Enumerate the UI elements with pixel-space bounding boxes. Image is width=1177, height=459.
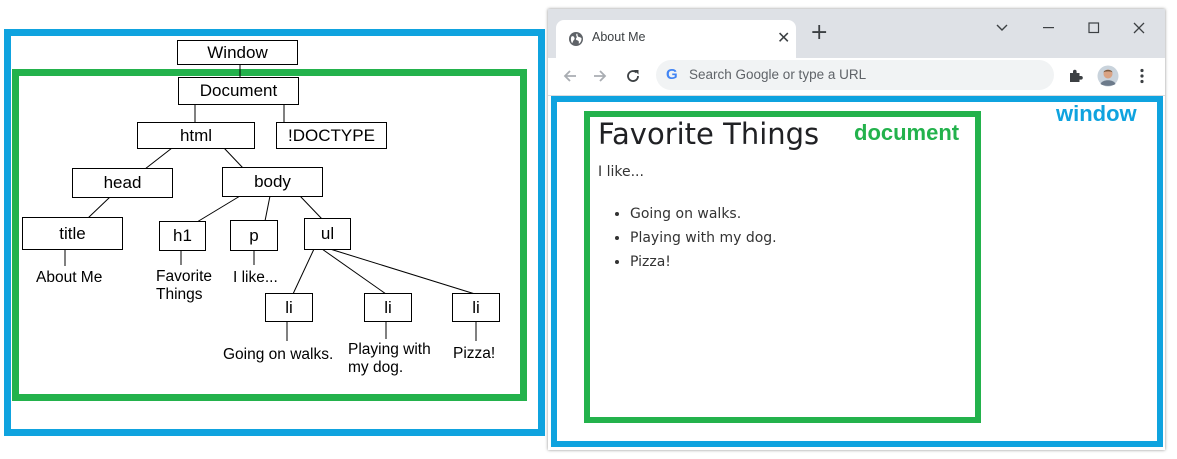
list-item: Playing with my dog.: [630, 226, 777, 250]
close-window-icon: [1133, 22, 1145, 34]
node-html: html: [137, 122, 255, 149]
window-label: window: [1056, 101, 1137, 126]
edge-body-ul: [299, 195, 323, 220]
node-li-2: li: [364, 293, 412, 322]
edge-html-body: [223, 147, 244, 169]
node-li-3: li: [452, 293, 500, 322]
leaf-title-text: About Me: [36, 269, 103, 286]
edge-body-p: [264, 195, 271, 222]
node-title: title: [22, 217, 123, 250]
maximize-icon: [1088, 22, 1100, 34]
node-h1: h1: [159, 221, 206, 251]
edge-head-title: [87, 196, 111, 219]
new-tab-button[interactable]: +: [810, 22, 828, 44]
tab-title: About Me: [592, 30, 646, 44]
address-bar[interactable]: G Search Google or type a URL: [656, 60, 1054, 90]
page-title: Favorite Things: [598, 117, 820, 151]
reload-icon[interactable]: [623, 66, 643, 86]
node-ul: ul: [304, 218, 351, 250]
edge-ul-li3: [329, 248, 476, 295]
leaf-h1-text-line1: Favorite: [156, 268, 212, 285]
list-item: Going on walks.: [630, 202, 777, 226]
leaf-h1-text-line2: Things: [156, 286, 203, 303]
close-icon[interactable]: ✕: [777, 28, 790, 47]
google-logo-icon: G: [666, 66, 678, 83]
menu-kebab-icon[interactable]: [1132, 66, 1152, 86]
minimize-button[interactable]: [1029, 14, 1069, 42]
tab-about-me[interactable]: About Me ✕: [556, 20, 796, 58]
edge-ul-li1: [292, 248, 315, 295]
document-label: document: [854, 120, 960, 145]
edge-ul-li2: [321, 248, 387, 295]
leaf-li1-text: Going on walks.: [223, 346, 334, 363]
extensions-puzzle-icon[interactable]: [1066, 66, 1086, 86]
toolbar: G Search Google or type a URL: [548, 58, 1165, 96]
page-intro: I like...: [598, 164, 644, 180]
chevron-down-icon: [996, 24, 1008, 31]
forward-arrow-icon[interactable]: [590, 66, 610, 86]
address-placeholder: Search Google or type a URL: [689, 67, 867, 82]
leaf-li2-text-line2: my dog.: [348, 359, 404, 376]
browser-window: About Me ✕ + G Search Google or type a U…: [548, 9, 1165, 450]
page-viewport: window document Favorite Things I like..…: [548, 96, 1165, 450]
edge-html-head: [144, 147, 173, 170]
node-p: p: [230, 220, 278, 251]
edge-body-h1: [196, 195, 241, 223]
leaf-li3-text: Pizza!: [453, 345, 496, 362]
back-arrow-icon[interactable]: [560, 66, 580, 86]
tab-search-button[interactable]: [982, 14, 1022, 42]
leaf-p-text: I like...: [233, 269, 278, 286]
node-body: body: [222, 167, 323, 197]
profile-avatar[interactable]: [1097, 65, 1119, 87]
tab-strip: About Me ✕ +: [548, 9, 1165, 58]
node-document: Document: [178, 77, 299, 105]
close-window-button[interactable]: [1119, 14, 1159, 42]
node-head: head: [72, 168, 173, 198]
minimize-icon: [1043, 27, 1054, 29]
list-item: Pizza!: [630, 250, 777, 274]
node-doctype: !DOCTYPE: [276, 122, 387, 149]
globe-icon: [569, 32, 583, 46]
maximize-button[interactable]: [1074, 14, 1114, 42]
node-li-1: li: [265, 293, 313, 322]
favorites-list: Going on walks. Playing with my dog. Piz…: [608, 202, 777, 274]
dom-tree-diagram: Window Document html !DOCTYPE head body …: [0, 0, 545, 459]
leaf-li2-text-line1: Playing with: [348, 341, 431, 358]
node-window: Window: [177, 40, 298, 65]
